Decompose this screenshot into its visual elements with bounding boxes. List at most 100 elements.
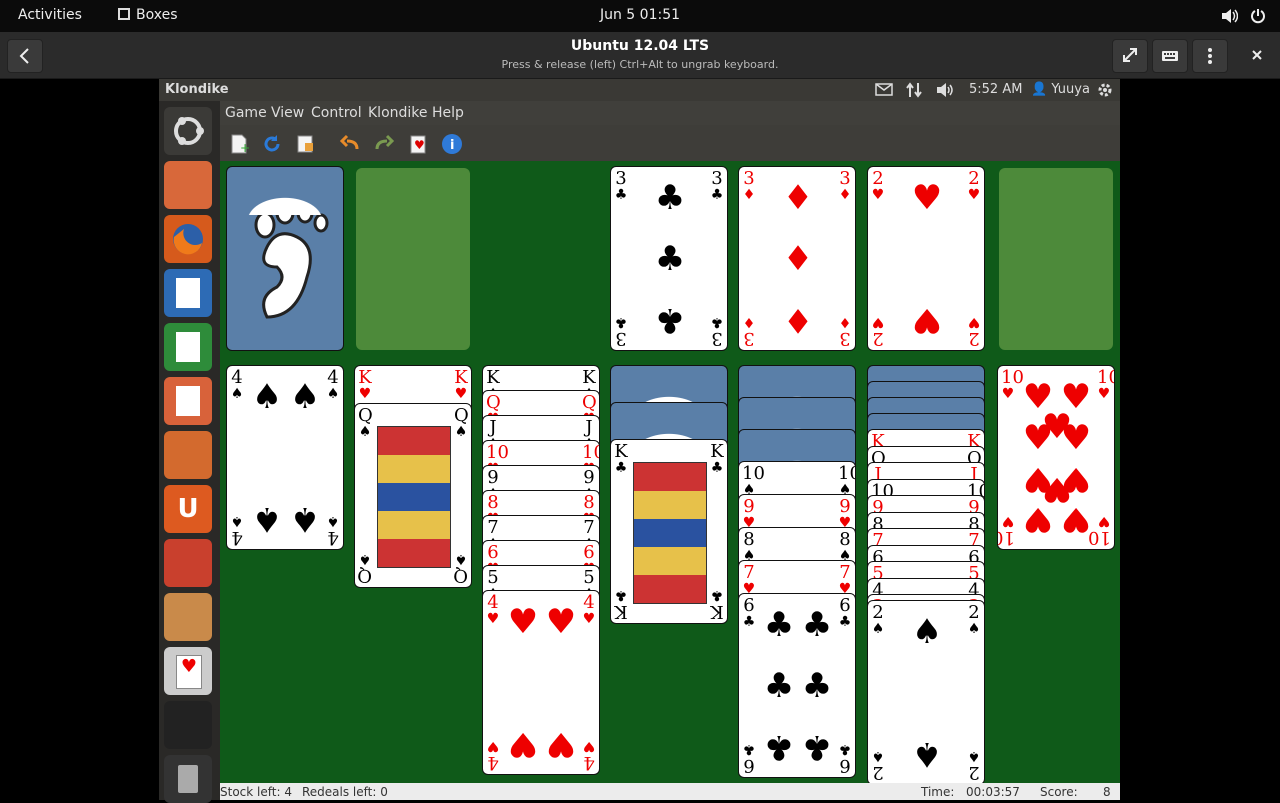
card-suit: ♥ xyxy=(358,386,372,402)
tableau-card[interactable]: 2 ♠ 2 ♠ 2 ♠ 2 ♠ ♠ ♠ xyxy=(867,600,985,783)
menu-view[interactable]: View xyxy=(271,105,304,121)
toolbar: + ♥ i xyxy=(220,125,1120,161)
keyboard-icon xyxy=(1162,51,1178,61)
card-rank: 3 xyxy=(743,328,755,349)
solitaire-icon[interactable]: ♥ xyxy=(164,647,212,695)
system-settings-icon[interactable] xyxy=(164,539,212,587)
tableau-card[interactable]: K ♣ K ♣ K ♣ K ♣ xyxy=(610,439,728,624)
card-rank: 9 xyxy=(743,496,755,517)
kebab-menu-icon xyxy=(1208,48,1212,64)
mail-icon[interactable] xyxy=(875,82,893,100)
card-index: 6 ♣ xyxy=(838,597,852,631)
card-suit: ♦ xyxy=(742,187,756,203)
court-card-art xyxy=(633,462,707,604)
card-pip: ♣ xyxy=(654,239,686,279)
card-suit: ♠ xyxy=(326,386,340,402)
card-suit: ♣ xyxy=(838,614,852,630)
clock[interactable]: Jun 5 01:51 xyxy=(600,7,680,23)
tableau-card[interactable]: 6 ♣ 6 ♣ 6 ♣ 6 ♣ ♣ ♣ ♣ ♣ ♣ ♣ xyxy=(738,593,856,778)
card-rank: 8 xyxy=(743,529,755,550)
card-rank: K xyxy=(710,601,724,622)
impress-icon[interactable] xyxy=(164,377,212,425)
card-pip: ♦ xyxy=(782,178,814,218)
redo-icon[interactable] xyxy=(373,133,395,155)
guest-display[interactable]: Klondike 5:52 AM 👤 Yuuya U ♥ Game View C… xyxy=(159,79,1120,803)
card-rank: 9 xyxy=(583,467,595,488)
time-label: Time: xyxy=(921,785,955,799)
firefox-icon[interactable] xyxy=(164,215,212,263)
menu-klondike[interactable]: Klondike xyxy=(368,105,428,121)
network-icon[interactable] xyxy=(905,82,923,102)
card-suit: ♥ xyxy=(1097,513,1111,529)
menu-help[interactable]: Help xyxy=(432,105,464,121)
keyboard-button[interactable] xyxy=(1152,39,1188,73)
svg-text:+: + xyxy=(240,141,250,155)
tableau-card[interactable]: Q♠Q♠Q♠Q♠ xyxy=(354,403,472,588)
foundation-card[interactable]: 3 ♣ 3 ♣ 3 ♣ 3 ♣ ♣ ♣ ♣ xyxy=(610,166,728,351)
update-manager-icon[interactable] xyxy=(164,593,212,641)
select-game-icon[interactable] xyxy=(295,133,317,155)
card-rank: 8 xyxy=(839,529,851,550)
card-index: 2 ♠ xyxy=(871,747,885,783)
new-game-icon[interactable]: + xyxy=(228,133,250,155)
files-icon[interactable] xyxy=(164,161,212,209)
card-index: 3 ♣ xyxy=(710,170,724,204)
card-rank: 3 xyxy=(839,168,851,189)
user-menu[interactable]: 👤 Yuuya xyxy=(1031,82,1090,97)
fullscreen-button[interactable] xyxy=(1112,39,1148,73)
card-suit: ♦ xyxy=(838,314,852,330)
activities-button[interactable]: Activities xyxy=(18,7,82,23)
close-button[interactable] xyxy=(1240,39,1274,71)
card-suit: ♣ xyxy=(710,187,724,203)
card-index: 4 ♥ xyxy=(582,594,596,628)
restart-icon[interactable] xyxy=(261,133,283,155)
card-rank: 4 xyxy=(327,527,339,548)
card-rank: 7 xyxy=(743,562,755,583)
writer-icon[interactable] xyxy=(164,269,212,317)
tableau-card[interactable]: 4 ♥ 4 ♥ 4 ♥ 4 ♥ ♥ ♥ ♥ ♥ xyxy=(482,590,600,775)
waste-card[interactable]: 10♥10♥10♥10♥♥♥♥♥♥♥♥♥♥♥ xyxy=(997,365,1115,550)
card-pip: ♥ xyxy=(507,724,539,764)
overflow-menu-button[interactable] xyxy=(1192,39,1228,73)
power-icon[interactable] xyxy=(1250,8,1266,28)
guest-clock[interactable]: 5:52 AM xyxy=(969,82,1022,97)
info-icon[interactable]: i xyxy=(441,133,463,155)
card-index: 4 ♥ xyxy=(582,737,596,773)
score-value: 8 xyxy=(1103,785,1111,799)
undo-icon[interactable] xyxy=(339,133,361,155)
calc-icon[interactable] xyxy=(164,323,212,371)
session-gear-icon[interactable] xyxy=(1097,82,1113,102)
workspace-icon[interactable] xyxy=(164,701,212,749)
waste-slot[interactable] xyxy=(356,168,470,350)
sound-icon[interactable] xyxy=(935,82,955,102)
card-rank: 9 xyxy=(839,496,851,517)
software-center-icon[interactable] xyxy=(164,431,212,479)
card-pip: ♥ xyxy=(545,724,577,764)
game-board[interactable]: 3 ♣ 3 ♣ 3 ♣ 3 ♣ ♣ ♣ ♣ 3 ♦ 3 ♦ 3 ♦ 3 ♦ ♦ ♦ ♦ 2 ♥ 2 ♥ 2 ♥ 2 ♥ ♥ ♥ 4 ♠ 4 ♠ 4 ♠ 4 ♠… xyxy=(220,161,1120,783)
card-rank: 6 xyxy=(583,542,595,563)
hint-icon[interactable]: ♥ xyxy=(407,133,429,155)
card-index: 6 ♣ xyxy=(742,597,756,631)
card-index: 4 ♥ xyxy=(486,737,500,773)
card-rank: 8 xyxy=(487,492,499,513)
volume-icon[interactable] xyxy=(1220,8,1239,28)
app-menu-boxes[interactable]: Boxes xyxy=(118,7,178,23)
ubuntu-dash-icon[interactable] xyxy=(164,107,212,155)
trash-icon[interactable] xyxy=(164,755,212,803)
menu-control[interactable]: Control xyxy=(311,105,362,121)
card-pip: ♣ xyxy=(654,178,686,218)
stock-pile[interactable] xyxy=(226,166,344,351)
foundation-card[interactable]: 3 ♦ 3 ♦ 3 ♦ 3 ♦ ♦ ♦ ♦ xyxy=(738,166,856,351)
card-rank: Q xyxy=(454,405,469,426)
card-suit: ♠ xyxy=(967,621,981,637)
ubuntu-one-icon[interactable]: U xyxy=(164,485,212,533)
card-rank: Q xyxy=(453,565,468,586)
card-index: 10♥ xyxy=(1088,512,1111,548)
card-suit: ♥ xyxy=(967,187,981,203)
tableau-card[interactable]: 4 ♠ 4 ♠ 4 ♠ 4 ♠ ♠ ♠ ♠ ♠ xyxy=(226,365,344,550)
card-rank: 2 xyxy=(872,602,884,623)
menu-game[interactable]: Game xyxy=(225,105,267,121)
foundation-card[interactable]: 2 ♥ 2 ♥ 2 ♥ 2 ♥ ♥ ♥ xyxy=(867,166,985,351)
foundation-slot-empty[interactable] xyxy=(999,168,1113,350)
card-rank: 3 xyxy=(743,168,755,189)
